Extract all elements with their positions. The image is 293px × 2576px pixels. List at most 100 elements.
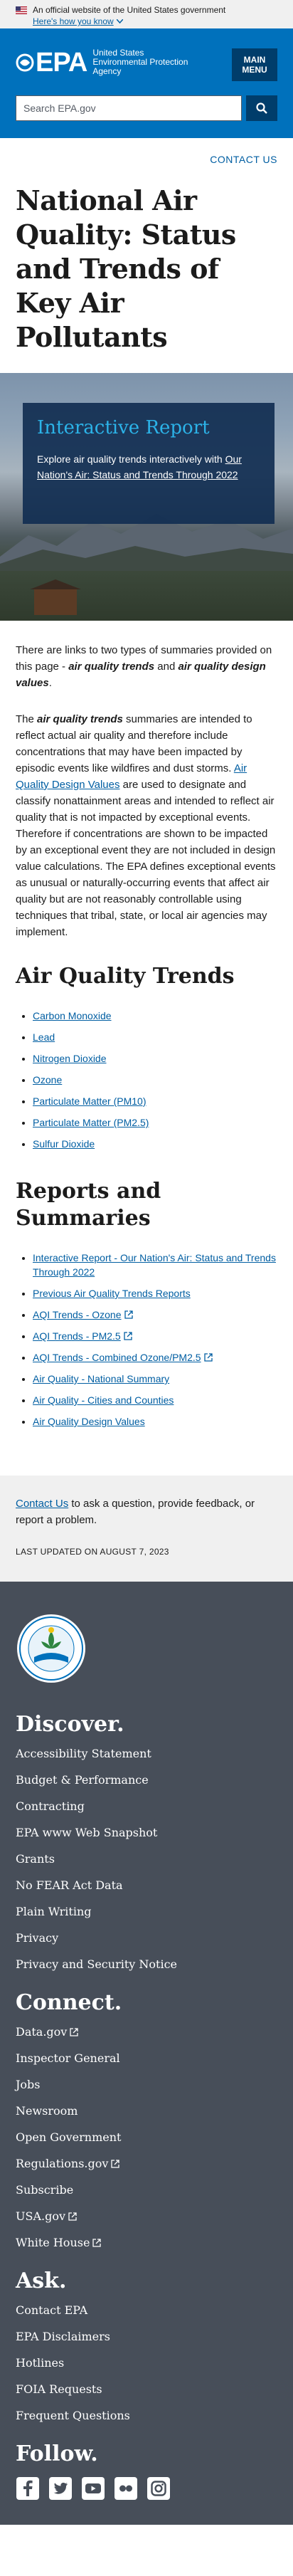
intro-p1-e: . <box>48 677 52 689</box>
footer-link-subscribe[interactable]: Subscribe <box>16 2183 277 2197</box>
trend-link-ozone[interactable]: Ozone <box>33 1074 62 1085</box>
footer-link-usagov-label[interactable]: USA.gov <box>16 2209 65 2224</box>
air-quality-trends-heading: Air Quality Trends <box>16 964 235 989</box>
search-button[interactable] <box>246 95 277 121</box>
logo-mark-text: EPA <box>36 47 87 78</box>
footer-link-web-snapshot[interactable]: EPA www Web Snapshot <box>16 1826 277 1840</box>
search-input[interactable]: Search EPA.gov <box>16 95 242 121</box>
report-link-aqi-combined[interactable]: AQI Trends - Combined Ozone/PM2.5 <box>33 1352 201 1363</box>
footer-link-newsroom[interactable]: Newsroom <box>16 2104 277 2118</box>
flickr-icon[interactable] <box>114 2476 138 2501</box>
trend-link-pm10[interactable]: Particulate Matter (PM10) <box>33 1095 146 1107</box>
list-item: Previous Air Quality Trends Reports <box>33 1286 277 1300</box>
trend-link-carbon-monoxide[interactable]: Carbon Monoxide <box>33 1010 112 1021</box>
menu-label-2: MENU <box>242 65 267 75</box>
contact-feedback-box: Contact Us to ask a question, provide fe… <box>0 1476 293 1582</box>
footer-ask-list: Contact EPA EPA Disclaimers Hotlines FOI… <box>16 2303 277 2423</box>
reports-list: Interactive Report - Our Nation's Air: S… <box>16 1251 277 1429</box>
logo-agency-name: United States Environmental Protection A… <box>92 48 188 76</box>
logo-line-3: Agency <box>92 66 122 76</box>
footer-link-grants[interactable]: Grants <box>16 1852 277 1866</box>
contact-us-top-link[interactable]: CONTACT US <box>210 154 277 165</box>
footer-link-privacy-security[interactable]: Privacy and Security Notice <box>16 1957 277 1972</box>
footer-link-contracting[interactable]: Contracting <box>16 1799 277 1814</box>
external-link-icon <box>92 2239 102 2247</box>
footer-link-white-house-label[interactable]: White House <box>16 2236 90 2250</box>
footer-link-white-house[interactable]: White House <box>16 2236 277 2250</box>
us-flag-icon <box>16 6 27 14</box>
list-item: Nitrogen Dioxide <box>33 1051 277 1066</box>
list-item: Air Quality Design Values <box>33 1414 277 1429</box>
heres-how-you-know-label[interactable]: Here's how you know <box>33 16 114 27</box>
footer-link-contact-epa[interactable]: Contact EPA <box>16 2303 277 2318</box>
footer-link-foia[interactable]: FOIA Requests <box>16 2382 277 2397</box>
footer-link-open-government[interactable]: Open Government <box>16 2130 277 2145</box>
intro-paragraph-2: The air quality trends summaries are int… <box>16 711 277 940</box>
instagram-icon[interactable] <box>146 2476 171 2501</box>
footer-link-usagov[interactable]: USA.gov <box>16 2209 277 2224</box>
hero-title: Interactive Report <box>37 417 210 438</box>
trend-link-lead[interactable]: Lead <box>33 1031 55 1043</box>
footer-follow-heading: Follow. <box>16 2441 98 2466</box>
contact-us-link[interactable]: Contact Us <box>16 1498 68 1510</box>
list-item: Particulate Matter (PM2.5) <box>33 1115 277 1130</box>
list-item: AQI Trends - Combined Ozone/PM2.5 <box>33 1350 277 1365</box>
footer-link-privacy[interactable]: Privacy <box>16 1931 277 1945</box>
trend-link-sulfur-dioxide[interactable]: Sulfur Dioxide <box>33 1138 95 1150</box>
footer-link-disclaimers[interactable]: EPA Disclaimers <box>16 2330 277 2344</box>
footer-link-plain-writing[interactable]: Plain Writing <box>16 1905 277 1919</box>
list-item: AQI Trends - Ozone <box>33 1308 277 1322</box>
report-link-aqi-pm25[interactable]: AQI Trends - PM2.5 <box>33 1330 121 1342</box>
report-link-national-summary[interactable]: Air Quality - National Summary <box>33 1373 169 1384</box>
epa-logo[interactable]: EPA United States Environmental Protecti… <box>16 48 188 76</box>
external-link-icon <box>68 2212 77 2221</box>
trend-link-nitrogen-dioxide[interactable]: Nitrogen Dioxide <box>33 1053 107 1064</box>
list-item: Carbon Monoxide <box>33 1009 277 1023</box>
twitter-icon[interactable] <box>48 2476 73 2501</box>
footer-link-datagov[interactable]: Data.gov <box>16 2025 277 2039</box>
list-item: Sulfur Dioxide <box>33 1137 277 1151</box>
report-link-aqi-ozone[interactable]: AQI Trends - Ozone <box>33 1309 122 1320</box>
intro-p2-a: The <box>16 713 38 725</box>
epa-seal-icon[interactable] <box>16 1613 87 1684</box>
site-header: EPA United States Environmental Protecti… <box>0 28 293 138</box>
epa-flower-icon <box>16 53 34 71</box>
footer-connect-list: Data.gov Inspector General Jobs Newsroom… <box>16 2025 277 2250</box>
trends-list: Carbon Monoxide Lead Nitrogen Dioxide Oz… <box>16 1009 277 1151</box>
footer-link-jobs[interactable]: Jobs <box>16 2078 277 2092</box>
report-link-interactive[interactable]: Interactive Report - Our Nation's Air: S… <box>33 1252 276 1278</box>
facebook-icon[interactable] <box>16 2476 40 2501</box>
footer-link-datagov-label[interactable]: Data.gov <box>16 2025 67 2039</box>
hero-banner: Interactive Report Explore air quality t… <box>0 373 293 621</box>
heres-how-you-know-link[interactable]: Here's how you know <box>33 16 123 27</box>
external-link-icon <box>70 2028 78 2036</box>
footer-discover-heading: Discover. <box>16 1712 124 1737</box>
list-item: Air Quality - Cities and Counties <box>33 1393 277 1407</box>
footer-link-hotlines[interactable]: Hotlines <box>16 2356 277 2370</box>
youtube-icon[interactable] <box>81 2476 105 2501</box>
footer-link-budget[interactable]: Budget & Performance <box>16 1773 277 1787</box>
report-link-cities-counties[interactable]: Air Quality - Cities and Counties <box>33 1394 174 1406</box>
reports-summaries-heading: Reports and Summaries <box>16 1179 161 1231</box>
footer-discover-list: Accessibility Statement Budget & Perform… <box>16 1747 277 1972</box>
hero-text: Explore air quality trends interactively… <box>37 451 260 483</box>
footer-link-faq[interactable]: Frequent Questions <box>16 2409 277 2423</box>
trend-link-pm25[interactable]: Particulate Matter (PM2.5) <box>33 1117 149 1128</box>
footer-link-regulations-label[interactable]: Regulations.gov <box>16 2157 108 2171</box>
footer-link-regulations[interactable]: Regulations.gov <box>16 2157 277 2171</box>
search-form: Search EPA.gov <box>16 95 277 121</box>
intro-p2-b: air quality trends <box>37 713 123 725</box>
report-link-previous[interactable]: Previous Air Quality Trends Reports <box>33 1288 191 1299</box>
footer-link-accessibility[interactable]: Accessibility Statement <box>16 1747 277 1761</box>
report-link-design-values[interactable]: Air Quality Design Values <box>33 1416 145 1427</box>
chevron-down-icon <box>116 19 123 23</box>
site-footer: Discover. Accessibility Statement Budget… <box>0 1582 293 2525</box>
footer-link-inspector-general[interactable]: Inspector General <box>16 2051 277 2066</box>
main-menu-button[interactable]: MAIN MENU <box>232 48 277 81</box>
footer-link-no-fear[interactable]: No FEAR Act Data <box>16 1878 277 1893</box>
footer-connect-heading: Connect. <box>16 1990 122 2015</box>
list-item: AQI Trends - PM2.5 <box>33 1329 277 1343</box>
intro-p1-c: and <box>154 661 179 673</box>
external-link-icon <box>111 2160 120 2168</box>
intro-paragraph-1: There are links to two types of summarie… <box>16 642 277 691</box>
